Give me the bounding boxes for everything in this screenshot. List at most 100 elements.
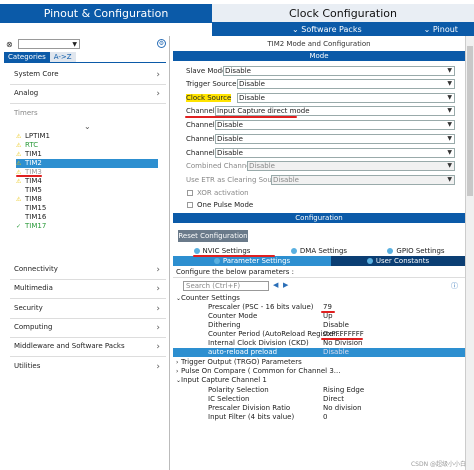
- one-pulse-mode-checkbox[interactable]: One Pulse Mode: [187, 201, 387, 211]
- etr-clearing-select[interactable]: Disable ▼: [271, 175, 455, 185]
- param-polarity-selection[interactable]: Polarity Selection Rising Edge: [173, 386, 465, 395]
- timer-tim16[interactable]: TIM16: [16, 213, 158, 222]
- channel4-select[interactable]: Disable ▼: [215, 148, 455, 158]
- channel2-select[interactable]: Disable ▼: [215, 120, 455, 130]
- info-icon[interactable]: ⓘ: [451, 281, 458, 291]
- chevron-down-icon: ▼: [447, 162, 452, 169]
- category-middleware[interactable]: Middleware and Software Packs ›: [14, 342, 162, 354]
- timer-lptim1[interactable]: ⚠ LPTIM1: [16, 132, 158, 141]
- gear-icon[interactable]: ⚙: [157, 39, 166, 48]
- warning-icon: ⚠: [16, 142, 22, 149]
- divider: [10, 318, 166, 319]
- chevron-down-icon: ▼: [447, 94, 452, 101]
- tab-dma-settings[interactable]: DMA Settings: [271, 246, 367, 256]
- status-dot-icon: [213, 258, 220, 264]
- timer-rtc[interactable]: ⚠ RTC: [16, 141, 158, 150]
- clock-source-label: Clock Source: [186, 94, 232, 102]
- chevron-down-icon: ▼: [447, 80, 452, 87]
- param-clock-division[interactable]: Internal Clock Division (CKD) No Division: [173, 339, 465, 348]
- param-prescaler-division-ratio[interactable]: Prescaler Division Ratio No division: [173, 404, 465, 413]
- param-ic-selection[interactable]: IC Selection Direct: [173, 395, 465, 404]
- param-counter-mode[interactable]: Counter Mode Up: [173, 312, 465, 321]
- tab-pinout-configuration[interactable]: Pinout & Configuration: [0, 4, 212, 23]
- status-dot-icon: [290, 248, 297, 254]
- param-input-filter[interactable]: Input Filter (4 bits value) 0: [173, 413, 465, 422]
- divider: [10, 103, 166, 104]
- chevron-right-icon: ›: [156, 284, 160, 294]
- category-multimedia[interactable]: Multimedia ›: [14, 284, 162, 296]
- software-packs-menu[interactable]: ⌄ Software Packs: [292, 25, 362, 34]
- warning-icon: ⚠: [16, 151, 22, 158]
- timer-tim8[interactable]: ⚠ TIM8: [16, 195, 158, 204]
- trigger-source-select[interactable]: Disable ▼: [237, 79, 455, 89]
- mode-header: Mode: [173, 51, 465, 61]
- panel-title: TIM2 Mode and Configuration: [267, 40, 371, 48]
- category-search-row: ⊗ ▼ ⚙: [4, 39, 166, 50]
- param-auto-reload-preload[interactable]: auto-reload preload Disable: [173, 348, 465, 357]
- param-prescaler[interactable]: Prescaler (PSC - 16 bits value) 79: [173, 303, 465, 312]
- check-icon: ✓: [16, 223, 22, 230]
- category-security[interactable]: Security ›: [14, 304, 162, 316]
- tab-parameter-settings[interactable]: Parameter Settings: [173, 256, 331, 266]
- chevron-down-icon: ▼: [447, 121, 452, 128]
- tab-a-z[interactable]: A->Z: [49, 52, 76, 62]
- categories-panel: ⊗ ▼ ⚙ Categories A->Z System Core › Analo…: [0, 36, 170, 470]
- scrollbar-thumb[interactable]: [467, 46, 473, 196]
- divider: [10, 279, 166, 280]
- tab-categories[interactable]: Categories: [4, 52, 50, 62]
- divider: [10, 337, 166, 338]
- pinout-menu[interactable]: ⌄ Pinout: [424, 25, 458, 34]
- param-dithering[interactable]: Dithering Disable: [173, 321, 465, 330]
- reset-configuration-button[interactable]: Reset Configuration: [178, 230, 248, 242]
- group-trigger-output[interactable]: › Trigger Output (TRGO) Parameters: [173, 358, 465, 367]
- combined-channels-select[interactable]: Disable ▼: [247, 161, 455, 171]
- etr-clearing-row: Use ETR as Clearing Source Disable ▼: [185, 175, 455, 186]
- group-counter-settings[interactable]: ⌄ Counter Settings: [173, 294, 465, 303]
- timer-tim15[interactable]: TIM15: [16, 204, 158, 213]
- chevron-right-icon: ›: [156, 342, 160, 352]
- channel4-row: Channel4 Disable ▼: [185, 148, 455, 159]
- param-counter-period[interactable]: Counter Period (AutoReload Register... 0x…: [173, 330, 465, 339]
- combined-channels-row: Combined Channels Disable ▼: [185, 161, 455, 172]
- tim2-config-panel: TIM2 Mode and Configuration Mode Slave M…: [173, 36, 465, 470]
- tab-user-constants[interactable]: User Constants: [331, 256, 465, 266]
- category-analog[interactable]: Analog ›: [14, 89, 162, 101]
- xor-activation-checkbox[interactable]: XOR activation: [187, 189, 387, 199]
- chevron-right-icon: ›: [156, 362, 160, 372]
- category-utilities[interactable]: Utilities ›: [14, 362, 162, 374]
- channel3-select[interactable]: Disable ▼: [215, 134, 455, 144]
- clock-source-select[interactable]: Disable ▼: [237, 93, 455, 103]
- category-computing[interactable]: Computing ›: [14, 323, 162, 335]
- group-input-capture-channel1[interactable]: ⌄ Input Capture Channel 1: [173, 376, 465, 385]
- timer-tim5[interactable]: TIM5: [16, 186, 158, 195]
- red-annotation-underline: [193, 255, 275, 257]
- clear-search-icon[interactable]: ⊗: [6, 40, 13, 49]
- tab-gpio-settings[interactable]: GPIO Settings: [367, 246, 465, 256]
- category-tabs: Categories A->Z: [4, 52, 76, 62]
- timer-tim2[interactable]: ⚠ TIM2: [16, 159, 158, 168]
- category-search-dropdown[interactable]: ▼: [18, 39, 80, 49]
- warning-icon: ⚠: [16, 196, 22, 203]
- category-timers[interactable]: Timers: [14, 109, 162, 121]
- warning-icon: ⚠: [16, 133, 22, 140]
- configuration-header: Configuration: [173, 213, 465, 223]
- search-prev-icon[interactable]: ◀: [273, 281, 278, 289]
- timer-tim4[interactable]: ⚠ TIM4: [16, 177, 158, 186]
- category-connectivity[interactable]: Connectivity ›: [14, 265, 162, 277]
- combined-channels-label: Combined Channels: [186, 162, 257, 170]
- timer-tim1[interactable]: ⚠ TIM1: [16, 150, 158, 159]
- timer-tim17[interactable]: ✓ TIM17: [16, 222, 158, 231]
- group-pulse-on-compare[interactable]: › Pulse On Compare ( Common for Channel 3…: [173, 367, 465, 376]
- scrollbar[interactable]: [465, 36, 474, 470]
- chevron-down-icon: ▼: [72, 41, 77, 48]
- etr-clearing-label: Use ETR as Clearing Source: [186, 176, 283, 184]
- slave-mode-select[interactable]: Disable ▼: [223, 66, 455, 76]
- chevron-down-icon: ▼: [447, 149, 452, 156]
- chevron-down-icon: ▼: [447, 176, 452, 183]
- parameter-search-input[interactable]: Search (Ctrl+F): [183, 281, 269, 291]
- channel1-select[interactable]: Input Capture direct mode ▼: [215, 106, 455, 116]
- chevron-right-icon: ›: [176, 359, 179, 366]
- search-next-icon[interactable]: ▶: [283, 281, 288, 289]
- category-system-core[interactable]: System Core ›: [14, 70, 162, 82]
- tab-clock-configuration[interactable]: Clock Configuration: [212, 4, 474, 23]
